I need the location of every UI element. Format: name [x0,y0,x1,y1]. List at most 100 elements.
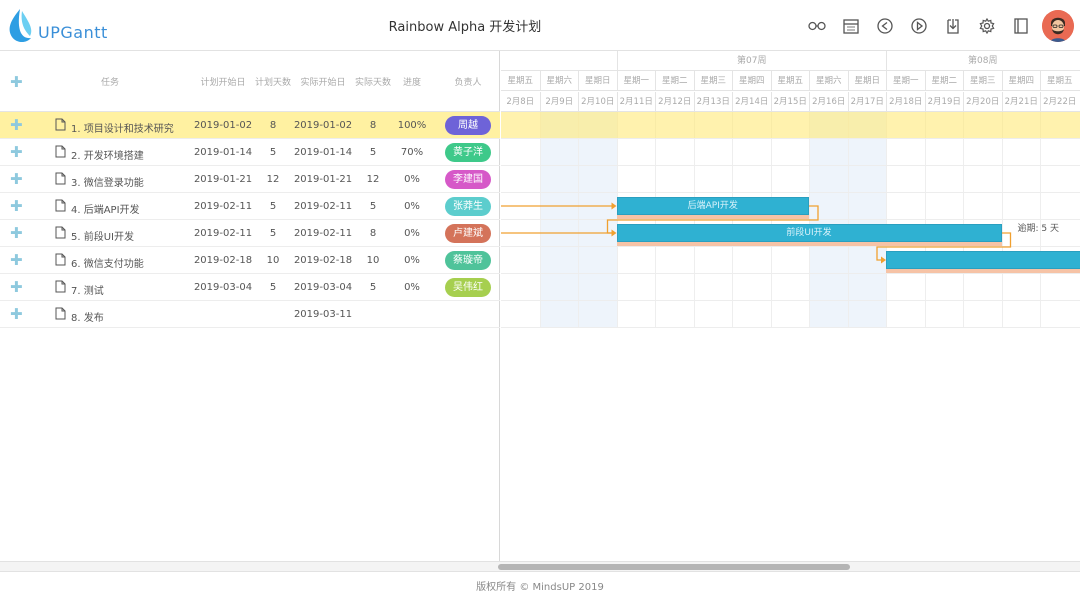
task-name[interactable]: 6. 微信支付功能 [71,255,144,270]
task-row[interactable]: ✚ 5. 前段UI开发 2019-02-11 5 2019-02-11 8 0% 卢建斌 [0,220,500,247]
actual-start-cell: 2019-01-14 [293,147,353,158]
actual-start-cell: 2019-03-04 [293,282,353,293]
add-task-icon[interactable]: ✚ [10,75,23,90]
toolbar [800,9,1074,43]
progress-cell: 70% [400,147,424,158]
actual-days-cell: 8 [369,120,377,131]
task-row[interactable]: ✚ 3. 微信登录功能 2019-01-21 12 2019-01-21 12 0% 李建国 [0,166,500,193]
col-header-actual-days: 实际天数 [354,78,391,88]
link-icon[interactable] [800,9,834,43]
baseline-bar [886,269,1080,273]
owner-badge[interactable]: 吴伟红 [445,278,491,297]
plan-days-cell: 5 [269,228,277,239]
plan-days-cell: 8 [269,120,277,131]
col-header-plan-start: 计划开始日 [200,78,246,88]
gantt-body: 后端API开发前段UI开发 逾期: 5 天 [501,112,1080,561]
task-row[interactable]: ✚ 2. 开发环境搭建 2019-01-14 5 2019-01-14 5 70% 黄子洋 [0,139,500,166]
progress-cell: 0% [404,282,420,293]
week-label: 第08周 [886,51,1079,71]
weekday-label: 星期三 [693,71,733,91]
owner-badge[interactable]: 张莽生 [445,197,491,216]
owner-badge[interactable]: 周越 [445,116,491,135]
date-label: 2月16日 [809,92,848,112]
user-avatar[interactable] [1042,10,1074,42]
task-bar[interactable]: 前段UI开发 [616,224,1002,242]
plan-start-cell: 2019-02-18 [193,255,253,266]
prev-icon[interactable] [868,9,902,43]
add-subtask-icon[interactable]: ✚ [10,253,23,268]
add-subtask-icon[interactable]: ✚ [10,307,23,322]
plan-start-cell: 2019-03-04 [193,282,253,293]
add-subtask-icon[interactable]: ✚ [10,226,23,241]
play-icon[interactable] [902,9,936,43]
document-icon [55,118,66,131]
delay-label: 逾期: 5 天 [1017,224,1059,234]
progress-cell: 0% [404,174,420,185]
plan-start-cell: 2019-02-11 [193,201,253,212]
date-label: 2月18日 [886,92,925,112]
scrollbar-thumb[interactable] [498,564,850,570]
weekday-label: 星期六 [809,71,848,91]
add-subtask-icon[interactable]: ✚ [10,280,23,295]
date-label: 2月20日 [963,92,1002,112]
progress-cell: 0% [404,255,420,266]
document-icon [55,280,66,293]
col-header-task: 任务 [100,78,119,88]
task-name[interactable]: 3. 微信登录功能 [71,174,144,189]
week-header-row: 第07周 第08周 [501,51,1080,71]
actual-start-cell: 2019-03-11 [293,309,353,320]
date-label: 2月21日 [1001,92,1041,112]
settings-icon[interactable] [970,9,1004,43]
task-name[interactable]: 5. 前段UI开发 [71,228,134,243]
footer-copyright: 版权所有 © MindsUP 2019 [476,582,604,593]
date-label: 2月14日 [732,92,771,112]
app-logo[interactable]: UPGantt [6,6,108,46]
download-icon[interactable] [936,9,970,43]
date-label: 2月13日 [693,92,733,112]
task-row[interactable]: ✚ 8. 发布 2019-03-11 [0,301,500,328]
task-row[interactable]: ✚ 7. 测试 2019-03-04 5 2019-03-04 5 0% 吴伟红 [0,274,500,301]
weekday-label: 星期六 [539,71,579,91]
owner-badge[interactable]: 蔡璇帝 [445,251,491,270]
add-subtask-icon[interactable]: ✚ [10,199,23,214]
task-name[interactable]: 1. 项目设计和技术研究 [71,120,174,135]
task-name[interactable]: 8. 发布 [71,309,104,324]
task-row[interactable]: ✚ 1. 项目设计和技术研究 2019-01-02 8 2019-01-02 8 100% 周… [0,112,500,139]
task-bar[interactable] [886,251,1080,269]
task-name[interactable]: 7. 测试 [71,282,104,297]
document-icon [55,253,66,266]
book-icon[interactable] [1004,9,1038,43]
document-icon [55,172,66,185]
task-row[interactable]: ✚ 4. 后端API开发 2019-02-11 5 2019-02-11 5 0% 张莽生 [0,193,500,220]
actual-start-cell: 2019-02-11 [293,228,353,239]
dependency-links [501,202,1012,264]
plan-days-cell: 10 [266,255,280,266]
date-label: 2月19日 [924,92,964,112]
col-header-progress: 进度 [402,78,421,88]
owner-badge[interactable]: 卢建斌 [445,224,491,243]
weekday-label: 星期五 [507,76,533,86]
date-header-row: 2月8日 2月9日 2月10日 2月11日 2月12日 2月13日 2月14日 2月15日 2月… [501,92,1080,112]
plan-days-cell: 5 [269,201,277,212]
actual-days-cell: 5 [369,147,377,158]
owner-badge[interactable]: 黄子洋 [445,143,491,162]
calendar-icon[interactable] [834,9,868,43]
weekday-label: 星期日 [847,71,887,91]
add-subtask-icon[interactable]: ✚ [10,118,23,133]
add-subtask-icon[interactable]: ✚ [10,172,23,187]
plan-start-cell: 2019-02-11 [193,228,253,239]
task-bar[interactable]: 后端API开发 [616,197,809,215]
horizontal-scrollbar[interactable] [0,561,1080,572]
progress-cell: 0% [404,201,420,212]
task-row[interactable]: ✚ 6. 微信支付功能 2019-02-18 10 2019-02-18 10 0% 蔡璇帝 [0,247,500,274]
plan-days-cell: 5 [269,282,277,293]
actual-start-cell: 2019-01-02 [293,120,353,131]
add-subtask-icon[interactable]: ✚ [10,145,23,160]
progress-cell: 0% [404,228,420,239]
weekday-label: 星期一 [616,71,656,91]
task-name[interactable]: 4. 后端API开发 [71,201,140,216]
weekday-label: 星期日 [578,71,617,91]
task-name[interactable]: 2. 开发环境搭建 [71,147,144,162]
actual-days-cell: 5 [369,282,377,293]
owner-badge[interactable]: 李建国 [445,170,491,189]
